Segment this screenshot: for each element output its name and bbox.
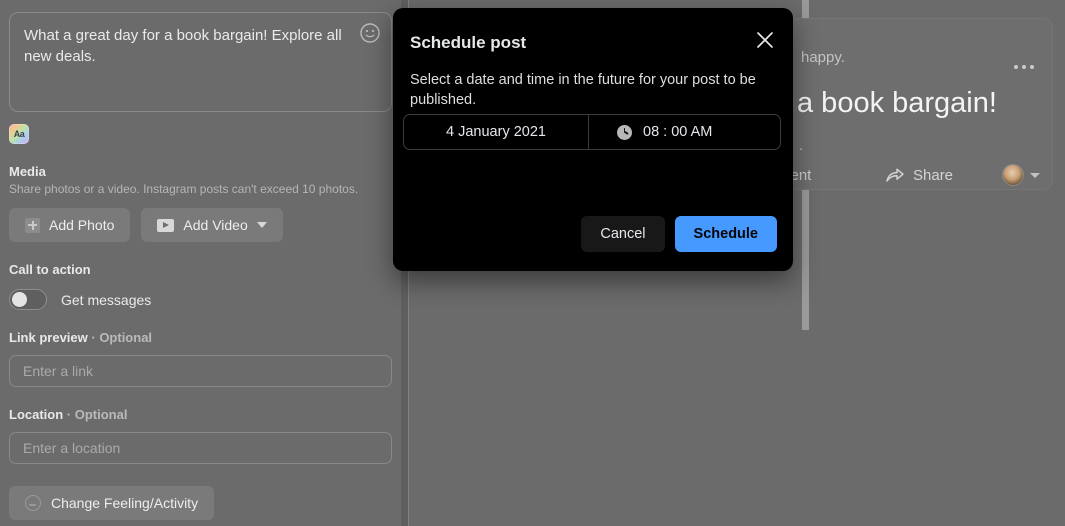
location-input-placeholder: Enter a location: [23, 440, 121, 456]
location-input[interactable]: Enter a location: [9, 432, 392, 464]
link-preview-label: Link preview · Optional: [9, 330, 392, 345]
dialog-title: Schedule post: [410, 33, 527, 52]
post-text-value: What a great day for a book bargain! Exp…: [24, 27, 342, 66]
get-messages-label: Get messages: [61, 291, 152, 308]
preview-top-text: happy.: [801, 49, 845, 66]
location-label-text: Location: [9, 407, 64, 422]
link-input-placeholder: Enter a link: [23, 363, 94, 379]
app-root: What a great day for a book bargain! Exp…: [0, 0, 1065, 526]
dialog-description: Select a date and time in the future for…: [410, 72, 756, 109]
smiley-icon[interactable]: [359, 22, 381, 44]
date-picker-field[interactable]: 4 January 2021: [404, 115, 589, 149]
get-messages-toggle[interactable]: [9, 289, 47, 310]
location-label: Location · Optional: [9, 407, 392, 422]
feeling-smiley-icon: [25, 495, 41, 511]
share-arrow-icon: [886, 168, 904, 183]
link-input[interactable]: Enter a link: [9, 355, 392, 387]
add-video-button[interactable]: Add Video: [141, 208, 283, 242]
share-button[interactable]: Share: [886, 167, 953, 184]
time-value: 08 : 00 AM: [643, 124, 713, 140]
video-icon: [157, 218, 175, 232]
add-photo-button[interactable]: Add Photo: [9, 208, 131, 242]
post-preview-card: happy. a book bargain! . ment Share: [788, 18, 1053, 190]
location-optional: · Optional: [66, 407, 128, 422]
chevron-down-icon: [1030, 172, 1040, 178]
share-label: Share: [913, 166, 954, 184]
call-to-action-row: Get messages: [9, 289, 392, 310]
date-value: 4 January 2021: [446, 124, 546, 140]
background-picker-label: Aa: [13, 129, 25, 139]
link-preview-optional: · Optional: [91, 330, 153, 345]
ellipsis-icon[interactable]: [1014, 65, 1034, 69]
preview-tail-text: .: [799, 137, 804, 154]
media-section-subtitle: Share photos or a video. Instagram posts…: [9, 182, 359, 196]
change-feeling-activity-label: Change Feeling/Activity: [51, 495, 199, 511]
preview-headline: a book bargain!: [797, 87, 997, 119]
audience-selector[interactable]: [1002, 164, 1040, 186]
dialog-action-row: Cancel Schedule: [581, 216, 777, 252]
composer-panel: What a great day for a book bargain! Exp…: [0, 0, 401, 526]
schedule-button[interactable]: Schedule: [674, 216, 777, 252]
preview-action-bar: ment Share: [789, 159, 1052, 189]
add-photo-label: Add Photo: [49, 217, 115, 233]
toggle-knob: [12, 292, 27, 307]
background-picker-icon[interactable]: Aa: [9, 124, 29, 144]
schedule-post-dialog: Schedule post Select a date and time in …: [393, 8, 793, 271]
close-icon[interactable]: [753, 28, 777, 52]
datetime-row: 4 January 2021 08 : 00 AM: [403, 114, 781, 150]
call-to-action-title: Call to action: [9, 262, 91, 277]
avatar: [1002, 164, 1024, 186]
media-section-title: Media: [9, 164, 46, 179]
post-text-input[interactable]: What a great day for a book bargain! Exp…: [9, 12, 392, 112]
media-button-row: Add Photo Add Video: [9, 208, 392, 242]
cancel-button[interactable]: Cancel: [581, 216, 665, 252]
change-feeling-activity-button[interactable]: Change Feeling/Activity: [9, 486, 215, 520]
clock-icon: [617, 124, 632, 140]
link-preview-label-text: Link preview: [9, 330, 88, 345]
chevron-down-icon: [256, 222, 267, 228]
time-picker-field[interactable]: 08 : 00 AM: [589, 115, 780, 149]
photo-plus-icon: [25, 217, 40, 233]
add-video-label: Add Video: [183, 217, 248, 233]
